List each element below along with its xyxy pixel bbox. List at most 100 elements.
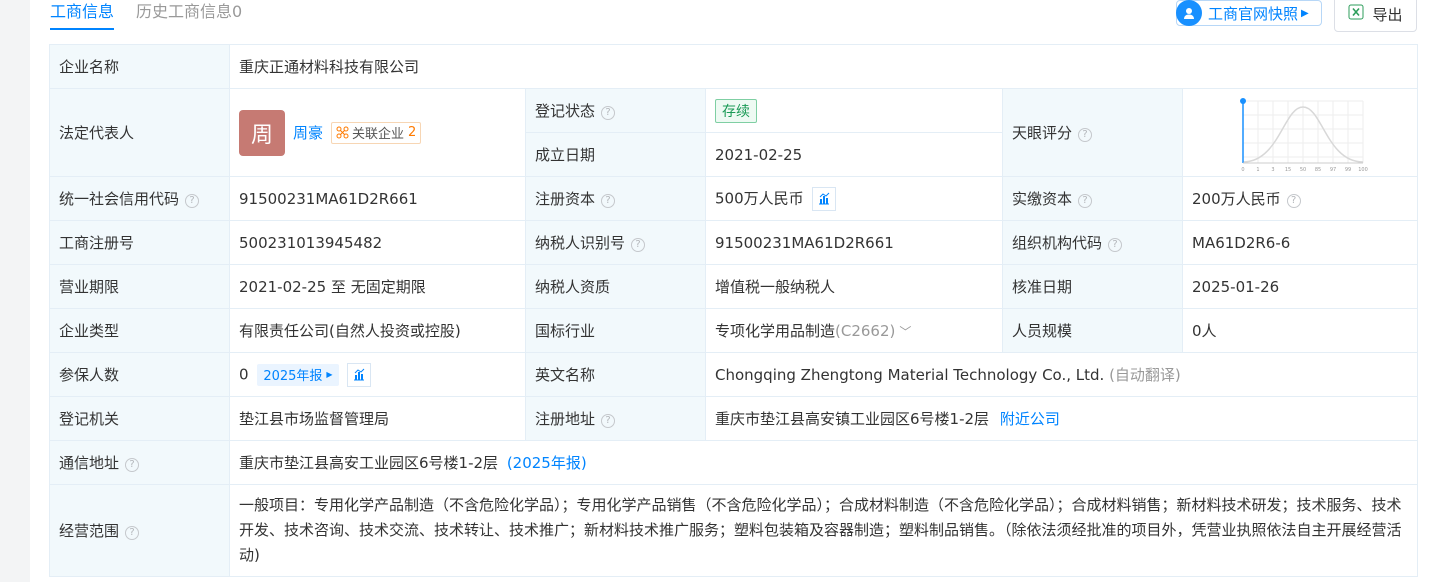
taxpayer-qual-label: 纳税人资质 [525,264,706,309]
score-tick: 97 [1330,167,1336,173]
related-companies-badge[interactable]: 关联企业 2 [331,121,422,144]
user-shield-icon [1176,0,1202,26]
official-snapshot-label: 工商官网快照 [1208,4,1299,23]
score-tick: 85 [1315,167,1321,173]
english-label: 英文名称 [525,352,706,397]
score-tick: 3 [1271,167,1274,173]
founded-label: 成立日期 [525,132,706,177]
caret-right-icon: ▶ [326,370,333,379]
table-row: 企业类型 有限责任公司(自然人投资或控股) 国标行业 专项化学用品制造(C266… [49,308,1419,353]
help-icon[interactable]: ? [631,238,646,252]
taxpayer-id-value: 91500231MA61D2R661 [705,220,1003,265]
scope-value: 一般项目：专用化学产品制造（不含危险化学品）；专用化学产品销售（不含危险化学品）… [228,484,1419,577]
insured-cell: 0 2025年报 ▶ [229,352,526,397]
reg-address-value: 重庆市垫江县高安镇工业园区6号楼1-2层 [715,410,990,428]
legal-rep-cell: 周 周豪 关联企业 2 [229,88,526,177]
founded-value: 2021-02-25 [705,132,1003,177]
industry-cell[interactable]: 专项化学用品制造(C2662) ﹀ [705,308,1003,353]
staff-size-label: 人员规模 [1002,308,1183,353]
score-distribution-chart[interactable]: 0 1 3 15 50 85 97 99 100 [1239,93,1369,173]
table-row: 登记机关 垫江县市场监督管理局 注册地址? 重庆市垫江县高安镇工业园区6号楼1-… [49,396,1419,441]
paid-capital-cell: 200万人民币? [1181,176,1419,221]
score-tick: 50 [1300,167,1306,173]
help-icon[interactable]: ? [601,106,616,120]
related-companies-label: 关联企业 [352,127,405,142]
business-info-panel: 工商信息 历史工商信息0 工商官网快照 ▶ 导出 企业名称 重庆正通材料科技有限… [30,0,1436,582]
reg-capital-value: 500万人民币 [715,189,804,207]
org-code-value: MA61D2R6-6 [1181,220,1419,265]
tab-bar: 工商信息 历史工商信息0 [50,0,242,30]
business-info-table: 企业名称 重庆正通材料科技有限公司 法定代表人 周 周豪 关联企业 2 登记状态… [49,44,1419,577]
score-tick: 99 [1345,167,1351,173]
scope-label: 经营范围? [49,484,230,577]
bar-chart-icon [819,192,830,204]
help-icon[interactable]: ? [1078,194,1093,208]
official-snapshot-button[interactable]: 工商官网快照 ▶ [1176,0,1322,26]
org-code-label: 组织机构代码? [1002,220,1183,265]
credit-code-value: 91500231MA61D2R661 [229,176,526,221]
approved-label: 核准日期 [1002,264,1183,309]
insured-report-link[interactable]: 2025年报 ▶ [257,363,339,386]
type-value: 有限责任公司(自然人投资或控股) [229,308,526,353]
bar-chart-icon [354,368,365,380]
nearby-companies-link[interactable]: 附近公司 [1000,410,1060,428]
term-label: 营业期限 [49,264,230,309]
taxpayer-qual-value: 增值税一般纳税人 [705,264,1003,309]
legal-rep-name-link[interactable]: 周豪 [293,122,323,143]
caret-right-icon: ▶ [1301,7,1309,19]
score-tick: 100 [1358,167,1368,173]
approved-value: 2025-01-26 [1181,264,1419,309]
score-chart-cell[interactable]: 0 1 3 15 50 85 97 99 100 [1181,88,1419,177]
avatar: 周 [239,109,285,156]
table-row: 企业名称 重庆正通材料科技有限公司 [49,44,1419,89]
status-badge: 存续 [715,98,757,123]
industry-value: 专项化学用品制造 [715,322,836,340]
industry-label: 国标行业 [525,308,706,353]
insured-label: 参保人数 [49,352,230,397]
help-icon[interactable]: ? [1078,128,1093,142]
table-row: 统一社会信用代码? 91500231MA61D2R661 注册资本? 500万人… [49,176,1419,221]
paid-capital-label: 实缴资本? [1002,176,1183,221]
table-row: 法定代表人 周 周豪 关联企业 2 登记状态? 存续 天眼评分? 0 1 3 1… [49,88,1419,177]
score-tick: 1 [1256,167,1259,173]
reg-no-value: 500231013945482 [229,220,526,265]
chevron-down-icon[interactable]: ﹀ [899,325,911,339]
mail-address-value: 重庆市垫江县高安工业园区6号楼1-2层 [239,454,499,472]
score-tick: 0 [1241,167,1244,173]
score-tick: 15 [1285,167,1291,173]
reg-no-label: 工商注册号 [49,220,230,265]
help-icon[interactable]: ? [601,194,616,208]
export-label: 导出 [1372,5,1403,24]
term-value: 2021-02-25 至 无固定期限 [229,264,526,309]
help-icon[interactable]: ? [125,458,140,472]
reg-status-label: 登记状态? [525,88,706,133]
help-icon[interactable]: ? [1286,194,1301,208]
company-name-label: 企业名称 [49,44,230,89]
table-row: 营业期限 2021-02-25 至 无固定期限 纳税人资质 增值税一般纳税人 核… [49,264,1419,309]
reg-status-cell: 存续 [705,88,1003,133]
score-label: 天眼评分? [1002,88,1183,177]
table-row: 工商注册号 500231013945482 纳税人识别号? 91500231MA… [49,220,1419,265]
staff-size-value: 0人 [1181,308,1419,353]
authority-value: 垫江县市场监督管理局 [229,396,526,441]
insured-chart-button[interactable] [347,362,372,387]
help-icon[interactable]: ? [1108,238,1123,252]
capital-chart-button[interactable] [812,186,837,211]
reg-address-cell: 重庆市垫江县高安镇工业园区6号楼1-2层 附近公司 [704,396,1419,441]
help-icon[interactable]: ? [185,194,200,208]
industry-code: (C2662) [835,322,896,340]
mail-address-report-link[interactable]: (2025年报) [507,454,587,472]
company-name-value: 重庆正通材料科技有限公司 [228,44,1419,89]
help-icon[interactable]: ? [125,526,140,540]
tab-history-business-info[interactable]: 历史工商信息0 [136,0,242,30]
table-row: 参保人数 0 2025年报 ▶ 英文名称 Chongqing Zhengtong … [49,352,1419,397]
reg-capital-cell: 500万人民币 [705,176,1003,221]
insured-value: 0 [239,365,249,383]
excel-icon [1348,4,1364,24]
mail-address-label: 通信地址? [49,440,230,485]
network-icon [336,126,349,139]
help-icon[interactable]: ? [601,414,616,428]
legal-rep-label: 法定代表人 [49,88,230,177]
export-button[interactable]: 导出 [1334,0,1417,32]
tab-business-info[interactable]: 工商信息 [50,0,115,30]
